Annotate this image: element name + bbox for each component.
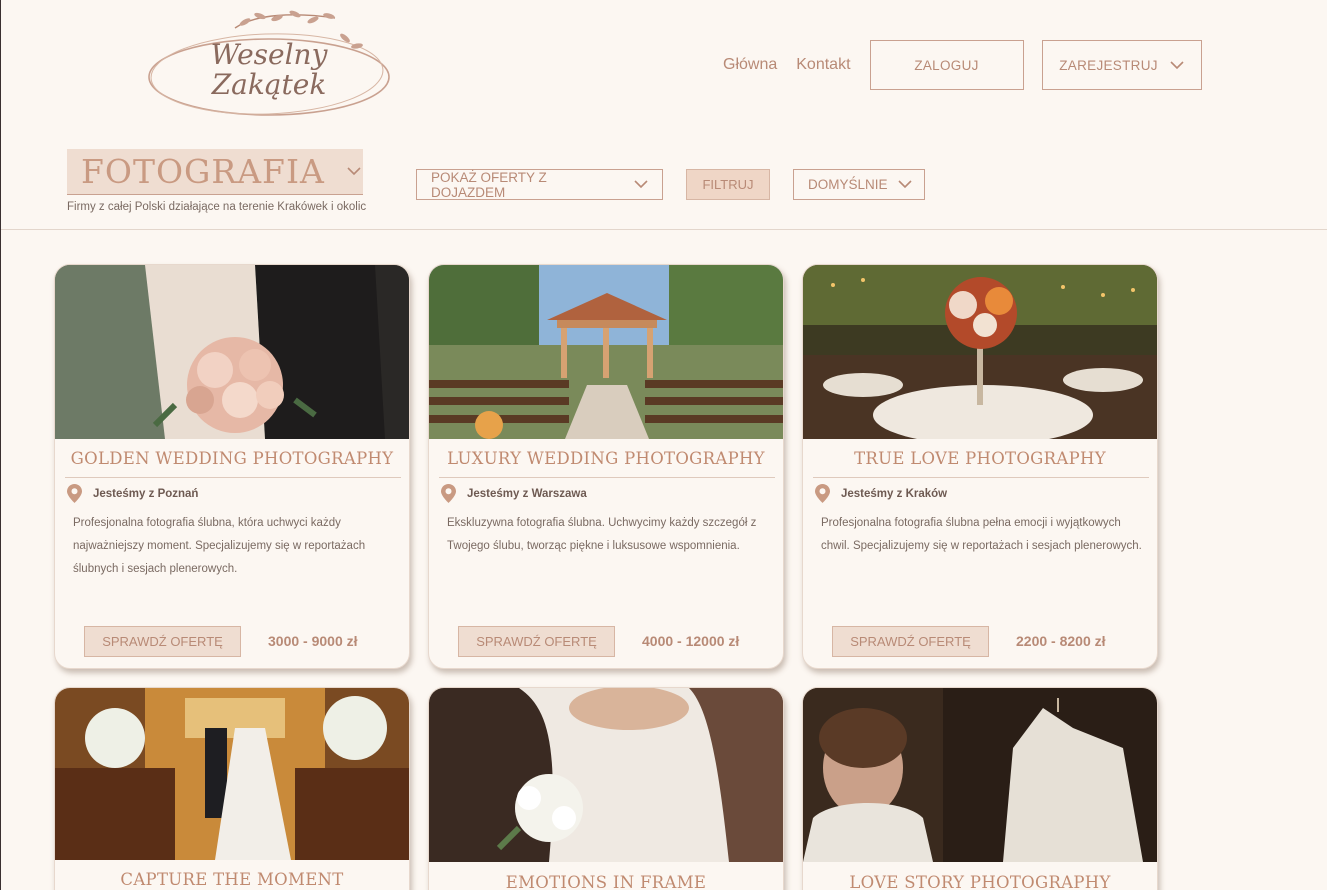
offer-card: TRUE LOVE PHOTOGRAPHY Jesteśmy z Kraków … <box>802 264 1158 669</box>
sort-select-label: DOMYŚLNIE <box>808 177 888 192</box>
category-label: FOTOGRAFIA <box>81 152 325 191</box>
filter-button[interactable]: FILTRUJ <box>686 169 770 200</box>
card-location: Jesteśmy z Kraków <box>815 484 947 503</box>
site-logo[interactable]: Weselny Zakątek <box>145 10 393 120</box>
card-title[interactable]: EMOTIONS IN FRAME <box>429 873 783 890</box>
check-offer-button[interactable]: SPRAWDŹ OFERTĘ <box>832 626 989 657</box>
check-offer-button[interactable]: SPRAWDŹ OFERTĘ <box>84 626 241 657</box>
check-offer-button[interactable]: SPRAWDŹ OFERTĘ <box>458 626 615 657</box>
logo-line-2: Zakątek <box>211 68 327 101</box>
check-offer-label: SPRAWDŹ OFERTĘ <box>850 634 971 649</box>
register-button[interactable]: ZAREJESTRUJ <box>1041 40 1202 90</box>
filter-button-label: FILTRUJ <box>702 177 754 192</box>
reception-table-photo[interactable] <box>803 265 1157 439</box>
header-divider <box>1 229 1327 230</box>
card-location: Jesteśmy z Poznań <box>67 484 198 503</box>
card-description: Ekskluzywna fotografia ślubna. Uchwycimy… <box>447 517 757 552</box>
card-price: 4000 - 12000 zł <box>642 633 740 649</box>
card-location-text: Jesteśmy z Kraków <box>841 487 948 500</box>
card-description: Profesjonalna fotografia ślubna, która u… <box>73 517 366 575</box>
location-pin-icon <box>67 484 82 503</box>
travel-offers-select[interactable]: POKAŻ OFERTY Z DOJAZDEM <box>416 169 663 200</box>
chevron-down-icon <box>1170 60 1184 70</box>
card-divider <box>439 477 775 478</box>
logo-line-1: Weselny <box>210 38 328 71</box>
card-price: 3000 - 9000 zł <box>268 633 358 649</box>
card-location-text: Jesteśmy z Warszawa <box>467 487 587 500</box>
nav-link-contact[interactable]: Kontakt <box>796 56 850 74</box>
church-aisle-photo[interactable] <box>55 688 409 860</box>
card-location: Jesteśmy z Warszawa <box>441 484 587 503</box>
card-divider <box>813 477 1149 478</box>
card-title[interactable]: CAPTURE THE MOMENT <box>55 870 409 889</box>
card-price: 2200 - 8200 zł <box>1016 633 1106 649</box>
category-dropdown[interactable]: FOTOGRAFIA <box>67 149 363 195</box>
offer-card: CAPTURE THE MOMENT <box>54 687 410 890</box>
offer-card: EMOTIONS IN FRAME <box>428 687 784 890</box>
chevron-down-icon <box>347 167 361 176</box>
check-offer-label: SPRAWDŹ OFERTĘ <box>102 634 223 649</box>
logo-text: Weselny Zakątek <box>145 40 393 100</box>
check-offer-label: SPRAWDŹ OFERTĘ <box>476 634 597 649</box>
nav-link-home[interactable]: Główna <box>723 56 777 74</box>
card-divider <box>65 477 401 478</box>
card-title[interactable]: TRUE LOVE PHOTOGRAPHY <box>803 449 1157 468</box>
travel-offers-label: POKAŻ OFERTY Z DOJAZDEM <box>431 169 547 200</box>
card-title[interactable]: LOVE STORY PHOTOGRAPHY <box>803 873 1157 890</box>
card-description: Profesjonalna fotografia ślubna pełna em… <box>821 517 1142 552</box>
login-button-label: ZALOGUJ <box>914 57 979 73</box>
sort-select[interactable]: DOMYŚLNIE <box>793 169 925 200</box>
gazebo-ceremony-photo[interactable] <box>429 265 783 439</box>
card-location-text: Jesteśmy z Poznań <box>93 487 199 500</box>
lace-dress-bouquet-photo[interactable] <box>429 688 783 862</box>
register-button-label: ZAREJESTRUJ <box>1059 57 1158 73</box>
card-title[interactable]: GOLDEN WEDDING PHOTOGRAPHY <box>55 449 409 468</box>
location-pin-icon <box>815 484 830 503</box>
login-button[interactable]: ZALOGUJ <box>869 40 1024 90</box>
bride-dress-hanger-photo[interactable] <box>803 688 1157 862</box>
top-nav: Główna Kontakt ZALOGUJ ZAREJESTRUJ <box>723 40 1202 90</box>
offer-card: LUXURY WEDDING PHOTOGRAPHY Jesteśmy z Wa… <box>428 264 784 669</box>
bride-bouquet-photo[interactable] <box>55 265 409 439</box>
location-pin-icon <box>441 484 456 503</box>
chevron-down-icon <box>897 180 912 189</box>
offer-card: GOLDEN WEDDING PHOTOGRAPHY Jesteśmy z Po… <box>54 264 410 669</box>
chevron-down-icon <box>634 180 648 189</box>
offer-card: LOVE STORY PHOTOGRAPHY <box>802 687 1158 890</box>
card-title[interactable]: LUXURY WEDDING PHOTOGRAPHY <box>429 449 783 468</box>
category-subtitle: Firmy z całej Polski działające na teren… <box>67 201 367 213</box>
